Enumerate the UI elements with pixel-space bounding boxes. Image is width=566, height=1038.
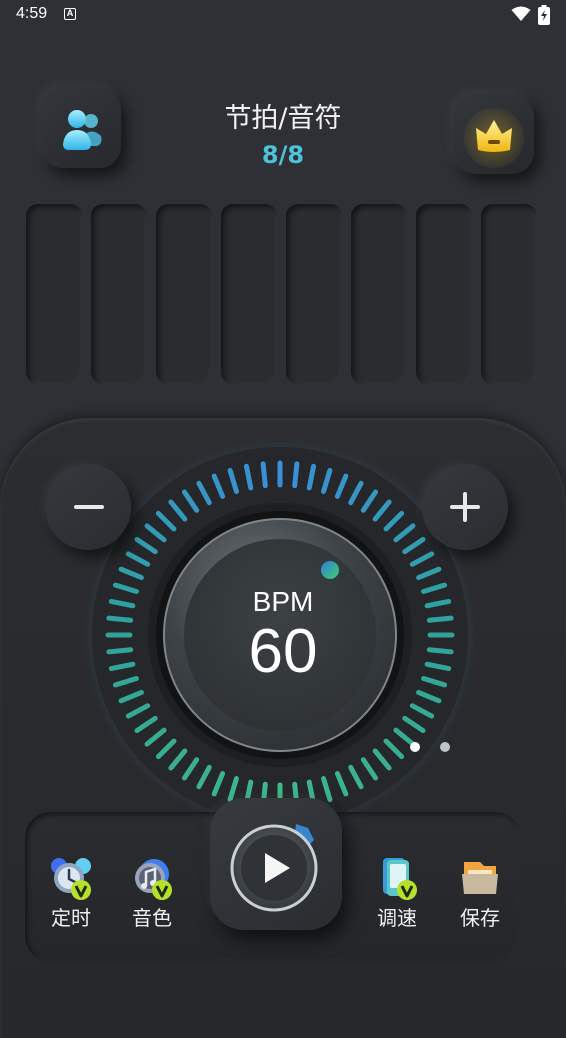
dial-tick — [106, 647, 134, 655]
decrease-bpm-button[interactable] — [45, 464, 131, 550]
dial-tick — [260, 461, 268, 489]
dial-tick — [106, 615, 134, 623]
folder-icon — [462, 862, 498, 894]
battery-charging-icon — [538, 5, 550, 25]
speed-icon — [383, 858, 417, 900]
dial-tick — [292, 461, 300, 489]
status-bar: 4:59 A — [0, 0, 566, 30]
dial-tick — [426, 615, 454, 623]
wifi-icon — [511, 6, 531, 21]
increase-bpm-button[interactable] — [422, 464, 508, 550]
plus-icon — [450, 492, 480, 522]
beat-bar-3[interactable] — [156, 204, 212, 384]
notification-a-icon: A — [64, 8, 76, 20]
minus-icon — [74, 505, 104, 509]
page-dot-1[interactable] — [410, 742, 420, 752]
crown-icon — [464, 108, 524, 168]
beat-bar-4[interactable] — [221, 204, 277, 384]
play-button-wrap — [210, 798, 342, 930]
page-title: 节拍/音符 — [224, 103, 342, 134]
sound-button[interactable]: 音色 — [117, 856, 187, 936]
beat-bar-5[interactable] — [286, 204, 342, 384]
beat-bar-2[interactable] — [91, 204, 147, 384]
beat-bar-1[interactable] — [26, 204, 82, 384]
timer-icon — [51, 858, 91, 900]
speed-button[interactable]: 调速 — [362, 856, 432, 936]
beat-bar-8[interactable] — [481, 204, 537, 384]
sound-label: 音色 — [132, 906, 172, 930]
beat-bar-6[interactable] — [351, 204, 407, 384]
timer-button[interactable]: 定时 — [36, 856, 106, 936]
page-dot-2[interactable] — [440, 742, 450, 752]
users-icon — [63, 110, 102, 150]
beat-bars — [26, 204, 540, 386]
vip-crown-button[interactable] — [454, 94, 534, 174]
beat-value[interactable]: 8/8 — [183, 138, 383, 172]
title-group: 节拍/音符 8/8 — [183, 102, 383, 172]
music-note-icon — [135, 859, 172, 900]
timer-label: 定时 — [51, 906, 91, 930]
users-button[interactable] — [41, 88, 121, 168]
speed-label: 调速 — [377, 906, 417, 930]
bpm-value: 60 — [248, 617, 318, 686]
bpm-label: BPM — [252, 586, 314, 617]
dial-tick — [426, 647, 454, 655]
beat-bar-7[interactable] — [416, 204, 472, 384]
status-time: 4:59 — [16, 5, 48, 22]
save-label: 保存 — [460, 906, 500, 930]
dial-indicator-dot — [321, 561, 339, 579]
play-button[interactable] — [210, 798, 342, 930]
save-button[interactable]: 保存 — [445, 856, 515, 936]
